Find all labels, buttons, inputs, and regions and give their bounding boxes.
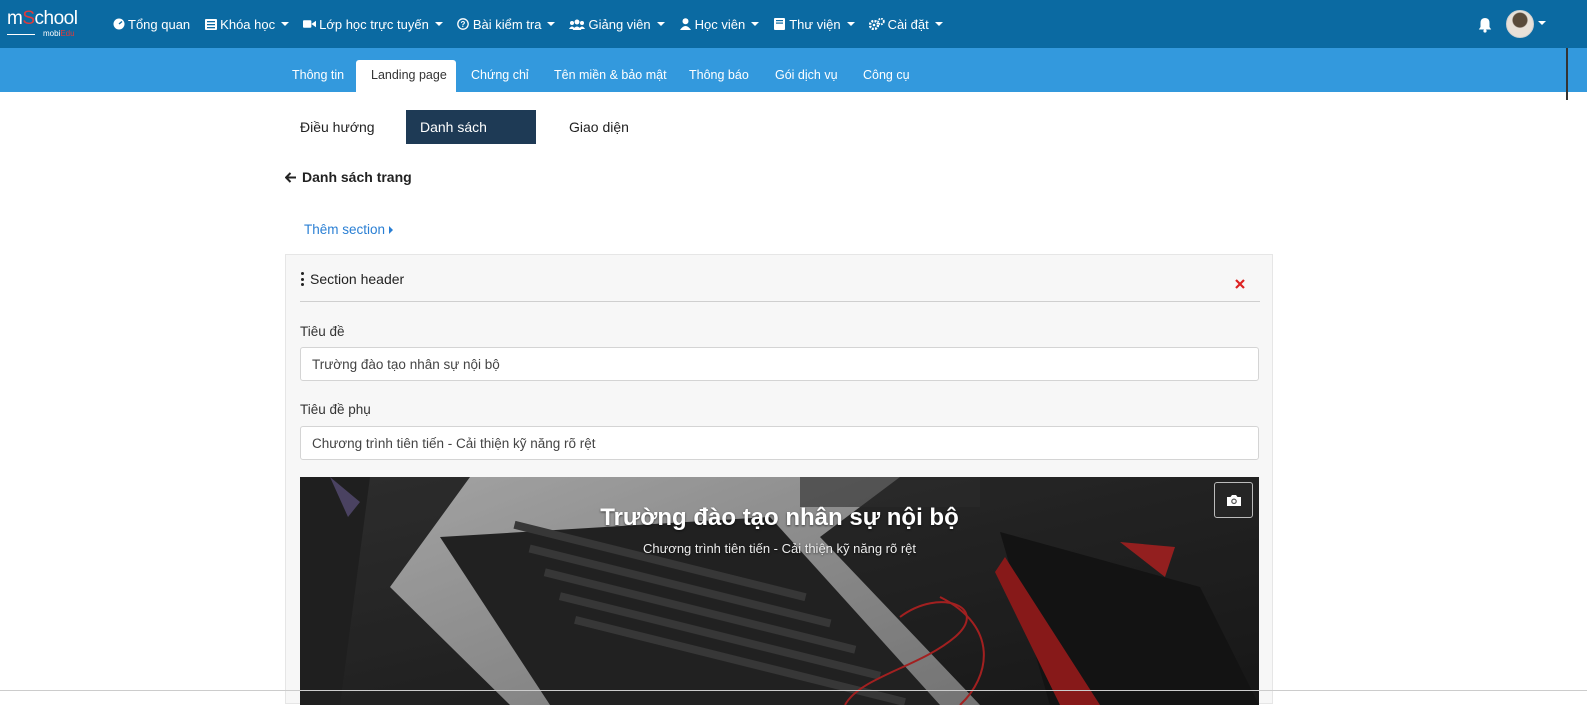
- tab-certificates[interactable]: Chứng chỉ: [456, 60, 544, 92]
- hero-title: Trường đào tạo nhân sự nội bộ: [600, 504, 959, 531]
- nav-tests[interactable]: ? Bài kiểm tra: [457, 17, 556, 32]
- title-input[interactable]: [300, 347, 1259, 381]
- pill-navigation[interactable]: Điều hướng: [286, 110, 389, 144]
- svg-text:?: ?: [461, 20, 466, 29]
- tab-domain-security[interactable]: Tên miền & bảo mật: [539, 60, 682, 92]
- chevron-down-icon: [751, 22, 760, 26]
- pill-page-list[interactable]: Danh sách trang: [406, 110, 536, 169]
- add-section-button[interactable]: Thêm section: [304, 222, 394, 237]
- question-circle-icon: ?: [457, 18, 470, 31]
- list-icon: [204, 18, 217, 31]
- tab-info[interactable]: Thông tin: [277, 60, 359, 92]
- chevron-down-icon: [281, 22, 290, 26]
- users-icon: [569, 18, 586, 31]
- chevron-down-icon: [656, 22, 665, 26]
- video-camera-icon: [303, 18, 317, 31]
- tab-landing-page[interactable]: Landing page: [356, 60, 456, 92]
- chevron-down-icon: [846, 22, 855, 26]
- landing-subnav: Thông tin Landing page Chứng chỉ Tên miề…: [0, 48, 1587, 92]
- avatar[interactable]: [1506, 10, 1534, 38]
- back-link[interactable]: Danh sách trang: [285, 167, 412, 187]
- subtitle-input[interactable]: [300, 426, 1259, 460]
- tab-notifications[interactable]: Thông báo: [674, 60, 764, 92]
- section-title: Section header: [310, 271, 405, 287]
- back-link-label: Danh sách trang: [302, 169, 412, 185]
- tab-service-plans[interactable]: Gói dịch vụ: [760, 60, 853, 92]
- section-panel: Section header Tiêu đề Tiêu đề phụ: [285, 254, 1273, 705]
- close-icon[interactable]: [1234, 277, 1248, 291]
- chevron-down-icon: [934, 22, 943, 26]
- chevron-down-icon[interactable]: [1538, 21, 1546, 25]
- subtitle-label: Tiêu đề phụ: [300, 402, 371, 417]
- nav-students[interactable]: Học viên: [679, 17, 760, 32]
- divider: [300, 301, 1260, 302]
- tab-tools[interactable]: Công cụ: [848, 60, 925, 92]
- title-label: Tiêu đề: [300, 324, 345, 339]
- hero-subtitle: Chương trình tiên tiến - Cải thiện kỹ nă…: [642, 541, 917, 556]
- nav-library[interactable]: Thư viện: [773, 17, 855, 32]
- mschool-logo[interactable]: mSchool mobiEdu: [7, 9, 93, 39]
- chevron-down-icon: [547, 22, 556, 26]
- drag-handle-icon[interactable]: [300, 272, 304, 286]
- nav-settings[interactable]: Cài đặt: [868, 17, 943, 32]
- nav-dashboard[interactable]: Tổng quan: [112, 17, 190, 32]
- main-nav: Tổng quan Khóa học Lớp học trực tuyến ? …: [112, 0, 957, 48]
- nav-courses[interactable]: Khóa học: [204, 17, 290, 32]
- page-bottom-border: [0, 690, 1587, 691]
- arrow-left-icon: [285, 171, 296, 183]
- section-header: Section header: [300, 271, 404, 287]
- gears-icon: [868, 18, 885, 31]
- change-image-button[interactable]: [1214, 482, 1253, 518]
- dashboard-icon: [112, 18, 125, 31]
- scrollbar[interactable]: [1566, 48, 1568, 100]
- user-icon: [679, 18, 692, 31]
- caret-right-icon: [389, 225, 394, 234]
- chevron-down-icon: [434, 22, 443, 26]
- book-icon: [773, 18, 786, 31]
- hero-image-preview: Trường đào tạo nhân sự nội bộ Chương trì…: [300, 477, 1259, 705]
- nav-online-classes[interactable]: Lớp học trực tuyến: [303, 17, 443, 32]
- pill-appearance[interactable]: Giao diện: [555, 110, 645, 144]
- bell-icon[interactable]: [1478, 17, 1492, 33]
- camera-icon: [1226, 494, 1241, 506]
- nav-instructors[interactable]: Giảng viên: [569, 17, 665, 32]
- top-navbar: mSchool mobiEdu Tổng quan Khóa học Lớp h…: [0, 0, 1587, 48]
